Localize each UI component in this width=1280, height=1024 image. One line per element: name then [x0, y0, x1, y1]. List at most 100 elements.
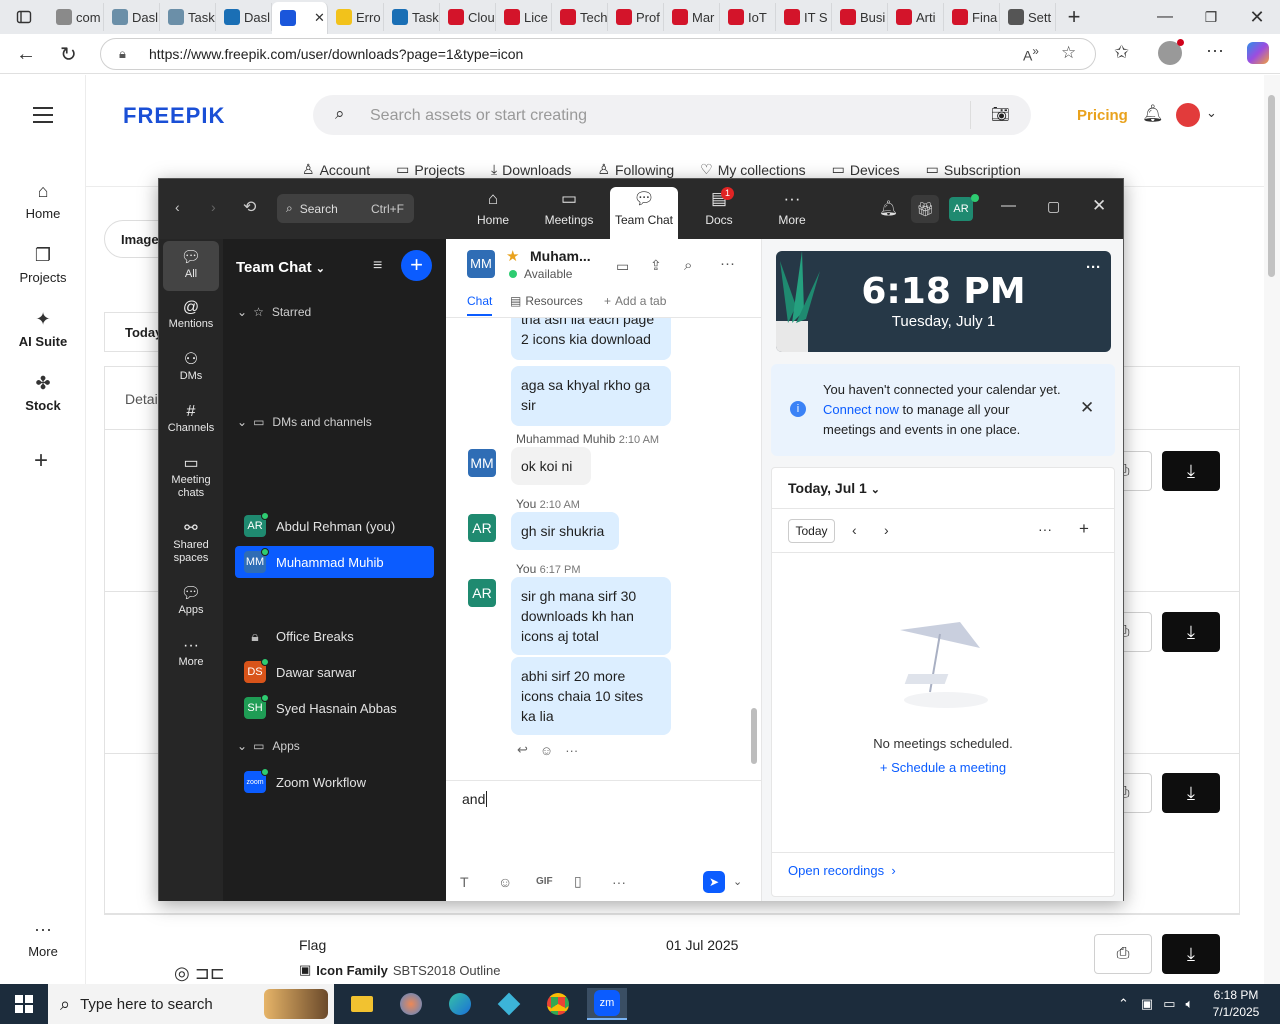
chat-scrollbar[interactable] — [751, 708, 757, 764]
tab-more[interactable]: ··· More — [761, 189, 823, 227]
message-bubble[interactable]: gh sir shukria — [511, 512, 619, 550]
more-icon[interactable]: ··· — [612, 874, 650, 890]
pricing-link[interactable]: Pricing — [1077, 107, 1128, 124]
file-icon[interactable]: ▯ — [574, 873, 612, 890]
zoom-search[interactable]: ⌕ Search Ctrl+F — [277, 194, 414, 223]
schedule-meeting-link[interactable]: + Schedule a meeting — [772, 760, 1114, 775]
browser-tab[interactable]: ✕ — [272, 2, 328, 34]
nav-following[interactable]: ♙ Following — [597, 161, 674, 178]
history-icon[interactable]: ⟲ — [243, 197, 256, 217]
self-avatar[interactable]: AR — [949, 197, 973, 221]
browser-tab[interactable]: Clou — [440, 3, 496, 31]
minimize-icon[interactable]: — — [1142, 8, 1188, 26]
gift-icon[interactable]: 🎁︎ — [911, 195, 939, 223]
browser-tab[interactable]: IT S — [776, 3, 832, 31]
close-icon[interactable]: ✕ — [1234, 7, 1280, 28]
share-screen-icon[interactable]: ⇪ — [650, 257, 662, 274]
favorites-icon[interactable]: ✩ — [1114, 42, 1129, 63]
list-item-syed[interactable]: SH Syed Hasnain Abbas — [235, 692, 434, 724]
lock-icon[interactable]: 🔒︎ — [119, 46, 126, 62]
nav-downloads[interactable]: ⤓ Downloads — [491, 161, 571, 178]
sender-avatar[interactable]: AR — [468, 579, 496, 607]
today-header[interactable]: Today, Jul 1 ⌄ — [788, 480, 880, 496]
chrome-icon[interactable] — [538, 988, 578, 1020]
wifi-icon[interactable]: ▭ — [1163, 996, 1175, 1012]
notification-bell-icon[interactable]: 🔔︎ — [1142, 104, 1164, 124]
section-dms[interactable]: ⌄ ▭ DMs and channels — [237, 415, 372, 429]
taskbar-clock[interactable]: 6:18 PM 7/1/2025 — [1206, 987, 1266, 1021]
text-format-icon[interactable]: T — [460, 874, 498, 890]
page-scrollbar[interactable] — [1264, 75, 1280, 984]
contact-name[interactable]: Muham... — [530, 248, 591, 264]
open-recordings-link[interactable]: Open recordings › — [788, 863, 896, 878]
list-item-muhib[interactable]: MM Muhammad Muhib — [235, 546, 434, 578]
nav-subscription[interactable]: ▭ Subscription — [926, 161, 1021, 178]
tab-meetings[interactable]: ▭ Meetings — [538, 189, 600, 227]
nav-projects[interactable]: ▭ Projects — [396, 161, 465, 178]
browser-tab[interactable]: Arti — [888, 3, 944, 31]
close-icon[interactable]: ✕ — [1092, 196, 1106, 216]
zoom-taskbar-icon[interactable]: zm — [587, 988, 627, 1020]
app-diamond-icon[interactable] — [489, 988, 529, 1020]
freepik-logo[interactable]: FREEPIK — [123, 103, 225, 129]
browser-tab[interactable]: Mar — [664, 3, 720, 31]
new-chat-button[interactable]: + — [401, 250, 432, 281]
gif-icon[interactable]: GIF — [536, 876, 574, 887]
download-button[interactable]: ⤓ — [1162, 612, 1220, 652]
browser-tab[interactable]: Lice — [496, 3, 552, 31]
browser-tab[interactable]: Sett — [1000, 3, 1056, 31]
list-item-dawar[interactable]: DS Dawar sarwar — [235, 656, 434, 688]
restore-icon[interactable]: ❐ — [1188, 9, 1234, 26]
contact-avatar[interactable]: MM — [467, 250, 495, 278]
close-tab-icon[interactable]: ✕ — [314, 10, 325, 26]
sidebar-item-stock[interactable]: ✤ Stock — [0, 373, 86, 413]
connect-now-link[interactable]: Connect now — [823, 402, 899, 417]
tab-actions-icon[interactable] — [0, 0, 48, 34]
message-bubble[interactable]: tha ash lia each page 2 icons kia downlo… — [511, 318, 671, 360]
rail-dms[interactable]: ⚇ DMs — [163, 352, 219, 383]
browser-tab[interactable]: IoT — [720, 3, 776, 31]
emoji-icon[interactable]: ☺ — [498, 874, 536, 890]
browser-tab[interactable]: Dasl — [216, 3, 272, 31]
section-starred[interactable]: ⌄ ☆ Starred — [237, 305, 311, 319]
browser-tab[interactable]: com — [48, 3, 104, 31]
message-bubble[interactable]: abhi sirf 20 more icons chaia 10 sites k… — [511, 657, 671, 735]
list-item-abdul[interactable]: AR Abdul Rehman (you) — [235, 510, 434, 542]
new-tab-button[interactable]: + — [1056, 4, 1092, 30]
network-warning-icon[interactable]: ▣ — [1141, 996, 1153, 1012]
download-button[interactable]: ⤓ — [1162, 773, 1220, 813]
more-icon[interactable]: ··· — [1038, 521, 1052, 537]
next-day-icon[interactable]: › — [884, 522, 889, 538]
volume-icon[interactable]: 🔈︎ — [1186, 996, 1194, 1012]
today-button[interactable]: Today — [788, 519, 835, 543]
browser-tab[interactable]: Prof — [608, 3, 664, 31]
filter-icon[interactable]: ≡ — [373, 257, 382, 275]
tab-docs[interactable]: ▤ Docs 1 — [688, 187, 750, 227]
reply-icon[interactable]: ↩ — [517, 742, 528, 758]
freepik-search[interactable]: ⌕ Search assets or start creating 📷︎ — [313, 95, 1031, 135]
copilot-icon[interactable] — [1247, 42, 1269, 64]
tab-team-chat[interactable]: 💬︎ Team Chat — [610, 187, 678, 239]
start-button[interactable] — [4, 988, 44, 1020]
sidebar-item-home[interactable]: ⌂ Home — [0, 181, 86, 221]
user-avatar[interactable] — [1176, 103, 1200, 127]
compose-input[interactable]: and — [462, 791, 488, 807]
settings-more-icon[interactable]: ··· — [1206, 40, 1224, 61]
sidebar-item-more[interactable]: ··· More — [0, 919, 86, 959]
emoji-reaction-icon[interactable]: ☺ — [540, 743, 553, 758]
download-button[interactable]: ⤓ — [1162, 934, 1220, 974]
list-title[interactable]: Team Chat ⌄ — [236, 259, 325, 276]
nav-devices[interactable]: ▭ Devices — [832, 161, 900, 178]
redownload-button[interactable]: ⎙ — [1094, 934, 1152, 974]
browser-tab[interactable]: Dasl — [104, 3, 160, 31]
browser-tab[interactable]: Task — [160, 3, 216, 31]
rail-meeting-chats[interactable]: ▭ Meeting chats — [163, 456, 219, 500]
rail-mentions[interactable]: @ Mentions — [163, 300, 219, 331]
refresh-icon[interactable]: ↻ — [60, 42, 77, 67]
chat-tab-chat[interactable]: Chat — [467, 294, 493, 316]
minimize-icon[interactable]: — — [1001, 197, 1016, 214]
more-actions-icon[interactable]: ··· — [565, 743, 578, 758]
browser-tab[interactable]: Erro — [328, 3, 384, 31]
url-field[interactable]: 🔒︎ https://www.freepik.com/user/download… — [100, 38, 1096, 70]
sender-avatar[interactable]: AR — [468, 514, 496, 542]
